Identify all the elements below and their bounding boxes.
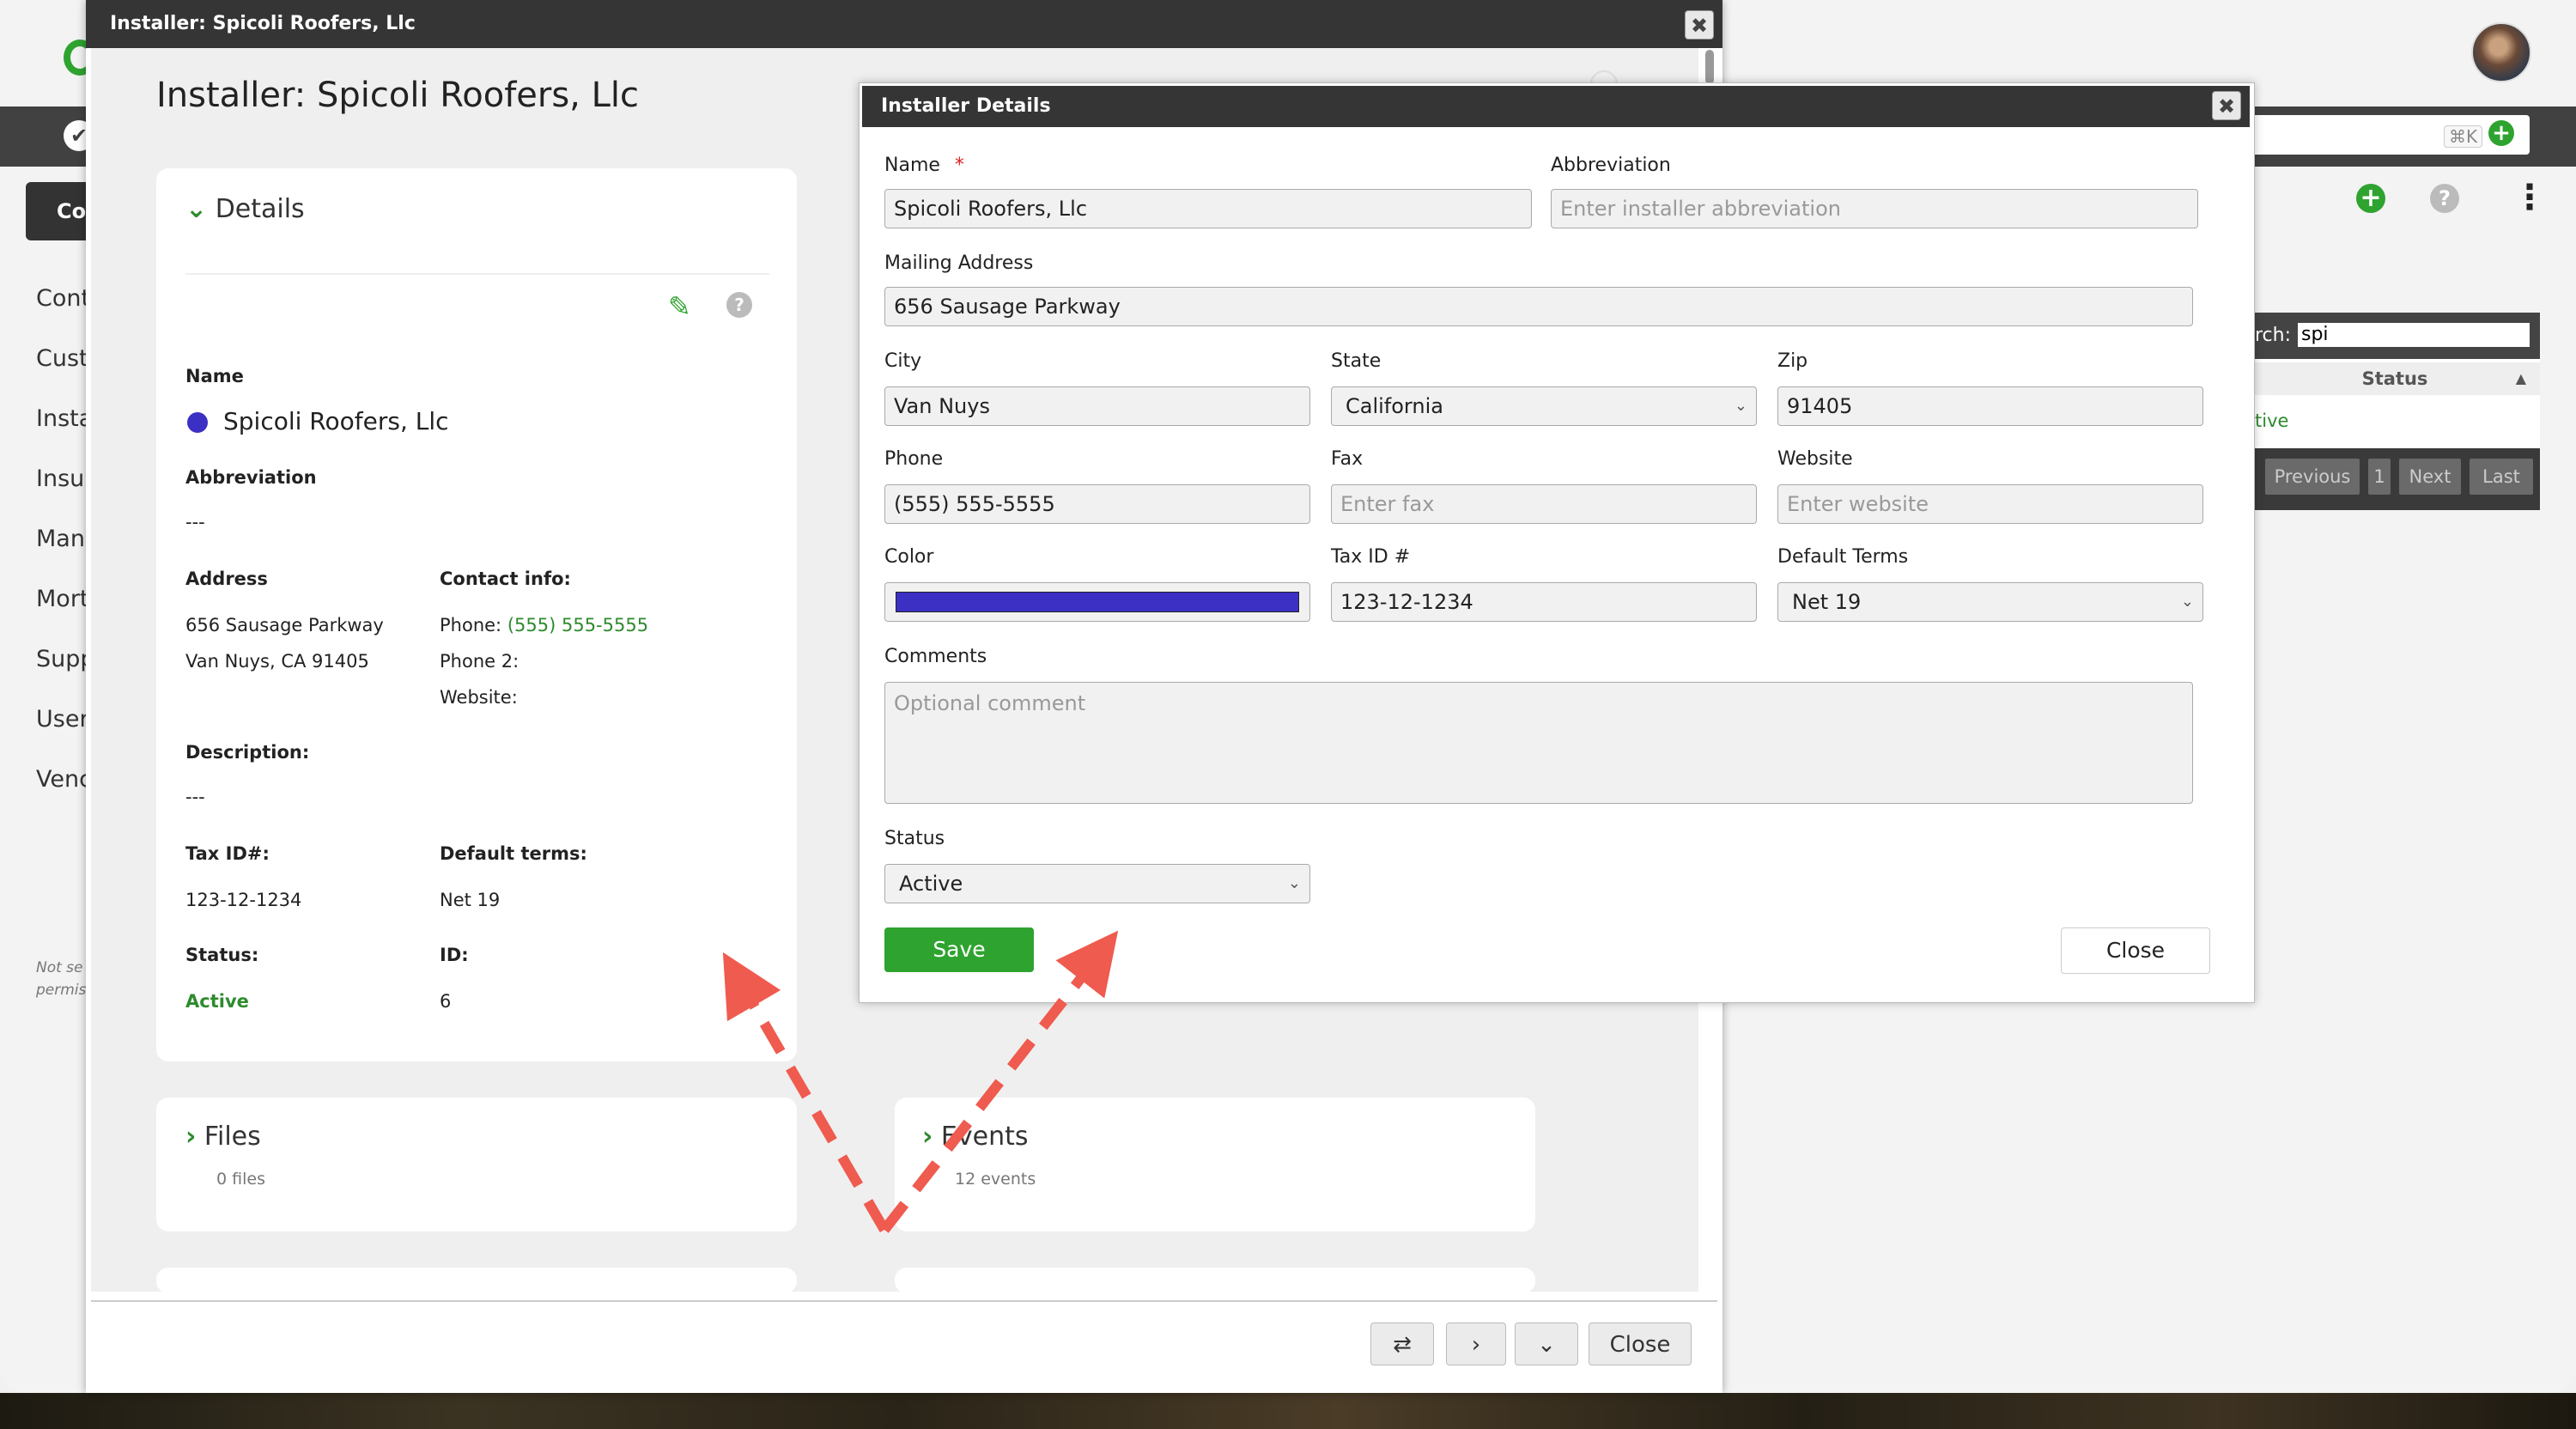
arrow-to-installer-details [880,930,1119,1233]
arrow-to-details-card [722,952,890,1233]
annotation-arrows [722,930,1119,1233]
